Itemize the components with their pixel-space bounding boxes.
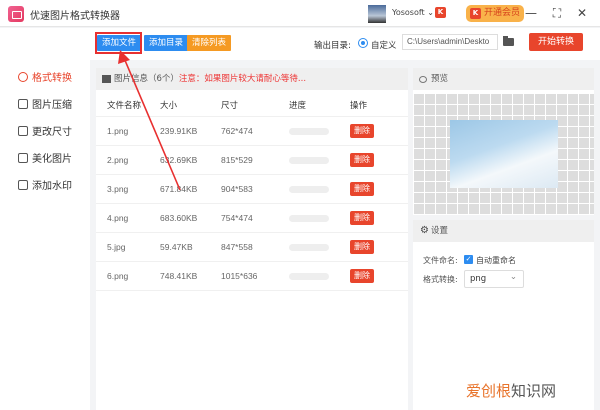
notice-text: 注意：如果图片较大请耐心等待... <box>178 74 307 84</box>
file-size: 748.41KB <box>160 271 198 281</box>
preview-image <box>450 120 558 188</box>
file-name: 3.png <box>107 184 129 194</box>
delete-button[interactable]: 删除 <box>350 211 374 225</box>
table-row: 2.png 632.69KB 815*529 删除 <box>96 146 408 175</box>
file-size: 59.47KB <box>160 242 193 252</box>
watermark-icon <box>18 179 28 190</box>
app-title: 优速图片格式转换器 <box>30 11 120 22</box>
col-size: 大小 <box>160 101 178 111</box>
beautify-icon <box>18 152 28 163</box>
file-dim: 762*474 <box>221 126 253 136</box>
add-folder-button[interactable]: 添加目录 <box>144 35 189 51</box>
file-count: 图片信息（6个） <box>114 74 179 84</box>
file-dim: 754*474 <box>221 213 253 223</box>
vip-button[interactable]: 开通会员 <box>466 5 524 22</box>
format-select[interactable]: png <box>464 269 524 288</box>
file-table: 文件名称 大小 尺寸 进度 操作 1.png 239.91KB 762*474 … <box>96 94 408 291</box>
highlight-box <box>95 32 142 54</box>
sidebar-item-label: 添加水印 <box>32 181 72 192</box>
output-path-input[interactable]: C:\Users\admin\Deskto <box>402 34 498 50</box>
eye-icon <box>419 76 427 83</box>
file-size: 239.91KB <box>160 126 198 136</box>
col-action: 操作 <box>350 101 368 111</box>
delete-button[interactable]: 删除 <box>350 240 374 254</box>
file-name: 2.png <box>107 155 129 165</box>
username: Yososoft <box>392 8 425 17</box>
compress-icon <box>18 98 28 109</box>
app-logo-icon <box>8 6 24 22</box>
progress-bar <box>289 127 329 135</box>
file-size: 671.84KB <box>160 184 198 194</box>
user-menu[interactable]: Yososoft ⌄ <box>392 8 434 17</box>
sidebar-item-format-convert[interactable]: 格式转换 <box>18 69 72 84</box>
file-size: 632.69KB <box>160 155 198 165</box>
sidebar-item-label: 更改尺寸 <box>32 127 72 138</box>
maximize-icon[interactable]: ⛶ <box>549 5 565 21</box>
table-row: 1.png 239.91KB 762*474 删除 <box>96 117 408 146</box>
table-header: 文件名称 大小 尺寸 进度 操作 <box>96 94 408 117</box>
watermark-text: 爱创根知识网 <box>466 382 557 400</box>
file-dim: 815*529 <box>221 155 253 165</box>
custom-radio-label: 自定义 <box>371 41 397 51</box>
table-row: 6.png 748.41KB 1015*636 删除 <box>96 262 408 291</box>
sidebar-item-label: 格式转换 <box>32 73 72 84</box>
file-size: 683.60KB <box>160 213 198 223</box>
settings-header: 设置 <box>413 220 594 242</box>
file-dim: 904*583 <box>221 184 253 194</box>
gear-icon: ⚙ <box>420 225 429 236</box>
convert-icon <box>18 71 28 82</box>
sidebar-item-beautify[interactable]: 美化图片 <box>18 150 72 165</box>
preview-title: 预览 <box>431 74 449 84</box>
file-dim: 1015*636 <box>221 271 258 281</box>
custom-radio[interactable] <box>358 38 368 48</box>
format-label: 格式转换: <box>423 275 458 284</box>
resize-icon <box>18 125 28 136</box>
sidebar-item-compress[interactable]: 图片压缩 <box>18 96 72 111</box>
preview-panel: 预览 <box>413 68 594 93</box>
progress-bar <box>289 214 329 222</box>
file-dim: 847*558 <box>221 242 253 252</box>
sidebar-item-watermark[interactable]: 添加水印 <box>18 177 72 192</box>
folder-icon[interactable] <box>503 36 514 46</box>
image-icon <box>102 75 111 83</box>
col-name: 文件名称 <box>107 101 142 111</box>
delete-button[interactable]: 删除 <box>350 124 374 138</box>
file-list-header: 图片信息（6个）注意：如果图片较大请耐心等待... <box>96 68 408 90</box>
minimize-icon[interactable]: — <box>523 5 539 21</box>
delete-button[interactable]: 删除 <box>350 153 374 167</box>
sidebar <box>0 28 90 410</box>
output-dir-label: 输出目录: <box>314 41 351 51</box>
progress-bar <box>289 156 329 164</box>
file-name: 4.png <box>107 213 129 223</box>
table-row: 4.png 683.60KB 754*474 删除 <box>96 204 408 233</box>
col-dim: 尺寸 <box>221 101 239 111</box>
sidebar-item-label: 图片压缩 <box>32 100 72 111</box>
start-convert-button[interactable]: 开始转换 <box>529 33 583 51</box>
file-name: 1.png <box>107 126 129 136</box>
progress-bar <box>289 185 329 193</box>
file-name: 5.jpg <box>107 242 126 252</box>
avatar[interactable] <box>368 5 386 23</box>
rename-label: 文件命名: <box>423 256 458 265</box>
preview-header: 预览 <box>413 68 594 90</box>
close-icon[interactable]: ✕ <box>574 5 590 21</box>
progress-bar <box>289 272 329 280</box>
clear-list-button[interactable]: 清除列表 <box>187 35 232 51</box>
auto-rename-label: 自动重命名 <box>476 256 516 265</box>
sidebar-item-label: 美化图片 <box>32 154 72 165</box>
delete-button[interactable]: 删除 <box>350 269 374 283</box>
table-row: 5.jpg 59.47KB 847*558 删除 <box>96 233 408 262</box>
col-progress: 进度 <box>289 101 307 111</box>
table-row: 3.png 671.84KB 904*583 删除 <box>96 175 408 204</box>
k-badge-icon: K <box>435 7 446 18</box>
progress-bar <box>289 243 329 251</box>
delete-button[interactable]: 删除 <box>350 182 374 196</box>
settings-title: 设置 <box>431 226 449 236</box>
sidebar-item-resize[interactable]: 更改尺寸 <box>18 123 72 138</box>
auto-rename-checkbox[interactable]: ✓ <box>464 255 473 264</box>
file-name: 6.png <box>107 271 129 281</box>
